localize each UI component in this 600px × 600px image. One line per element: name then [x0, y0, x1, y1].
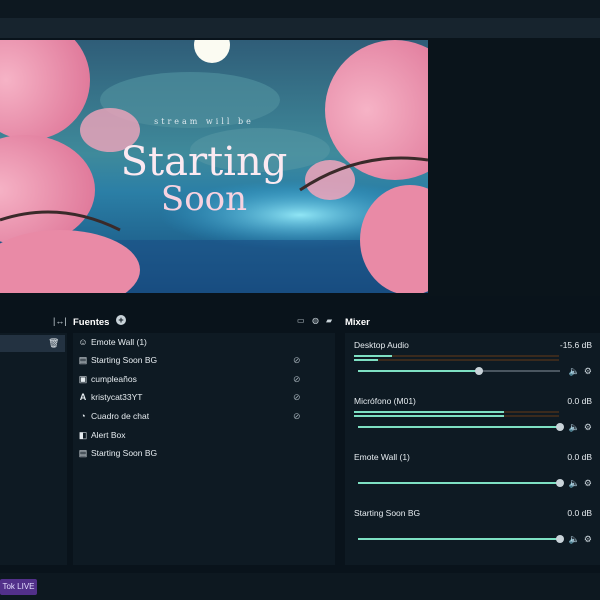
volume-meter: [354, 355, 559, 357]
mixer-channel-db: -15.6 dB: [559, 340, 592, 350]
speaker-icon[interactable]: 🔈: [569, 478, 584, 488]
volume-slider[interactable]: [358, 479, 564, 487]
source-item[interactable]: ▣ cumpleaños ⊘: [73, 371, 335, 389]
volume-meter: [354, 411, 559, 413]
mixer-channel-name: Micrófono (M01): [354, 396, 416, 406]
source-label: Alert Box: [91, 430, 126, 440]
volume-meter: [354, 415, 559, 417]
mixer-channel-name: Starting Soon BG: [354, 508, 421, 518]
visibility-hidden-icon[interactable]: ⊘: [293, 374, 301, 385]
source-item[interactable]: A kristycat33YT ⊘: [73, 389, 335, 407]
scene-preview[interactable]: stream will be Starting Soon: [0, 40, 428, 293]
mixer-channel-db: 0.0 dB: [567, 396, 592, 406]
visibility-hidden-icon[interactable]: ⊘: [293, 392, 301, 403]
source-item[interactable]: ▤ Starting Soon BG ⊘: [73, 352, 335, 370]
volume-slider[interactable]: [358, 367, 560, 375]
source-item[interactable]: ◧ Alert Box: [73, 427, 335, 445]
source-item[interactable]: ◔ Cuadro de chat ⊘: [73, 408, 335, 426]
slider-knob[interactable]: [556, 423, 564, 431]
editor-toolbar: [0, 18, 600, 38]
mixer-channel-db: 0.0 dB: [567, 452, 592, 462]
scenes-panel: [0, 333, 67, 565]
source-label: cumpleaños: [91, 374, 137, 384]
emote-icon: ☺: [78, 337, 88, 347]
panel-header-row: |↔| Fuentes + ▭ ◍ ▰ Mixer: [0, 312, 600, 332]
preview-subtitle: stream will be: [154, 117, 254, 126]
add-source-icon[interactable]: +: [116, 315, 126, 325]
mixer-channel-controls[interactable]: 🔈⚙: [569, 478, 596, 489]
sources-panel: ☺ Emote Wall (1) ▤ Starting Soon BG ⊘ ▣ …: [73, 333, 335, 565]
gear-icon[interactable]: ⚙: [584, 366, 596, 376]
chat-icon: ◔: [80, 411, 86, 421]
scene-item-selected[interactable]: 🗑: [0, 335, 65, 352]
source-label: Emote Wall (1): [91, 337, 147, 347]
sources-title: Fuentes: [73, 317, 110, 328]
slider-fill: [358, 538, 560, 540]
gear-icon[interactable]: ⚙: [584, 422, 596, 432]
visibility-hidden-icon[interactable]: ⊘: [293, 411, 301, 422]
speaker-icon[interactable]: 🔈: [569, 534, 584, 544]
gear-icon[interactable]: ⚙: [584, 478, 596, 488]
collapse-icon[interactable]: |↔|: [53, 316, 67, 326]
gear-icon[interactable]: ⚙: [584, 534, 596, 544]
volume-slider[interactable]: [358, 423, 564, 431]
slider-knob[interactable]: [475, 367, 484, 375]
source-label: Cuadro de chat: [91, 411, 150, 421]
mixer-channel-controls[interactable]: 🔈⚙: [569, 366, 596, 377]
image-icon: ▣: [78, 374, 88, 384]
footer-bar: [0, 573, 600, 600]
source-layout-icon[interactable]: ▭: [297, 316, 305, 325]
trash-icon[interactable]: 🗑: [48, 338, 59, 349]
slider-fill: [358, 426, 560, 428]
source-item[interactable]: ▤ Starting Soon BG: [73, 445, 335, 463]
source-item[interactable]: ☺ Emote Wall (1): [73, 334, 335, 352]
source-label: Starting Soon BG: [91, 355, 158, 365]
file-icon: ▤: [78, 448, 88, 458]
mixer-panel: Desktop Audio -15.6 dB 🔈⚙ Micrófono (M01…: [345, 333, 600, 565]
tiktok-live-button[interactable]: Tok LIVE: [0, 579, 37, 595]
source-group-icon[interactable]: ◍: [312, 316, 319, 325]
slider-fill: [358, 482, 560, 484]
file-icon: ▤: [78, 355, 88, 365]
mixer-channel-controls[interactable]: 🔈⚙: [569, 422, 596, 433]
slider-knob[interactable]: [556, 479, 564, 487]
preview-title-line2: Soon: [161, 179, 247, 219]
volume-meter: [354, 359, 559, 361]
source-label: Starting Soon BG: [91, 448, 158, 458]
mixer-channel-name: Desktop Audio: [354, 340, 409, 350]
slider-fill: [358, 370, 480, 372]
speaker-icon[interactable]: 🔈: [569, 366, 584, 376]
mixer-channel-db: 0.0 dB: [567, 508, 592, 518]
visibility-hidden-icon[interactable]: ⊘: [293, 355, 301, 366]
volume-slider[interactable]: [358, 535, 564, 543]
mixer-channel-name: Emote Wall (1): [354, 452, 410, 462]
alertbox-icon: ◧: [78, 430, 88, 440]
speaker-icon[interactable]: 🔈: [569, 422, 584, 432]
text-icon: A: [79, 392, 87, 402]
mixer-title: Mixer: [345, 317, 370, 328]
source-label: kristycat33YT: [91, 392, 143, 402]
top-bar: [0, 0, 600, 18]
slider-knob[interactable]: [556, 535, 564, 543]
preview-side-area: [428, 38, 600, 296]
folder-icon[interactable]: ▰: [326, 316, 332, 325]
mixer-channel-controls[interactable]: 🔈⚙: [569, 534, 596, 545]
